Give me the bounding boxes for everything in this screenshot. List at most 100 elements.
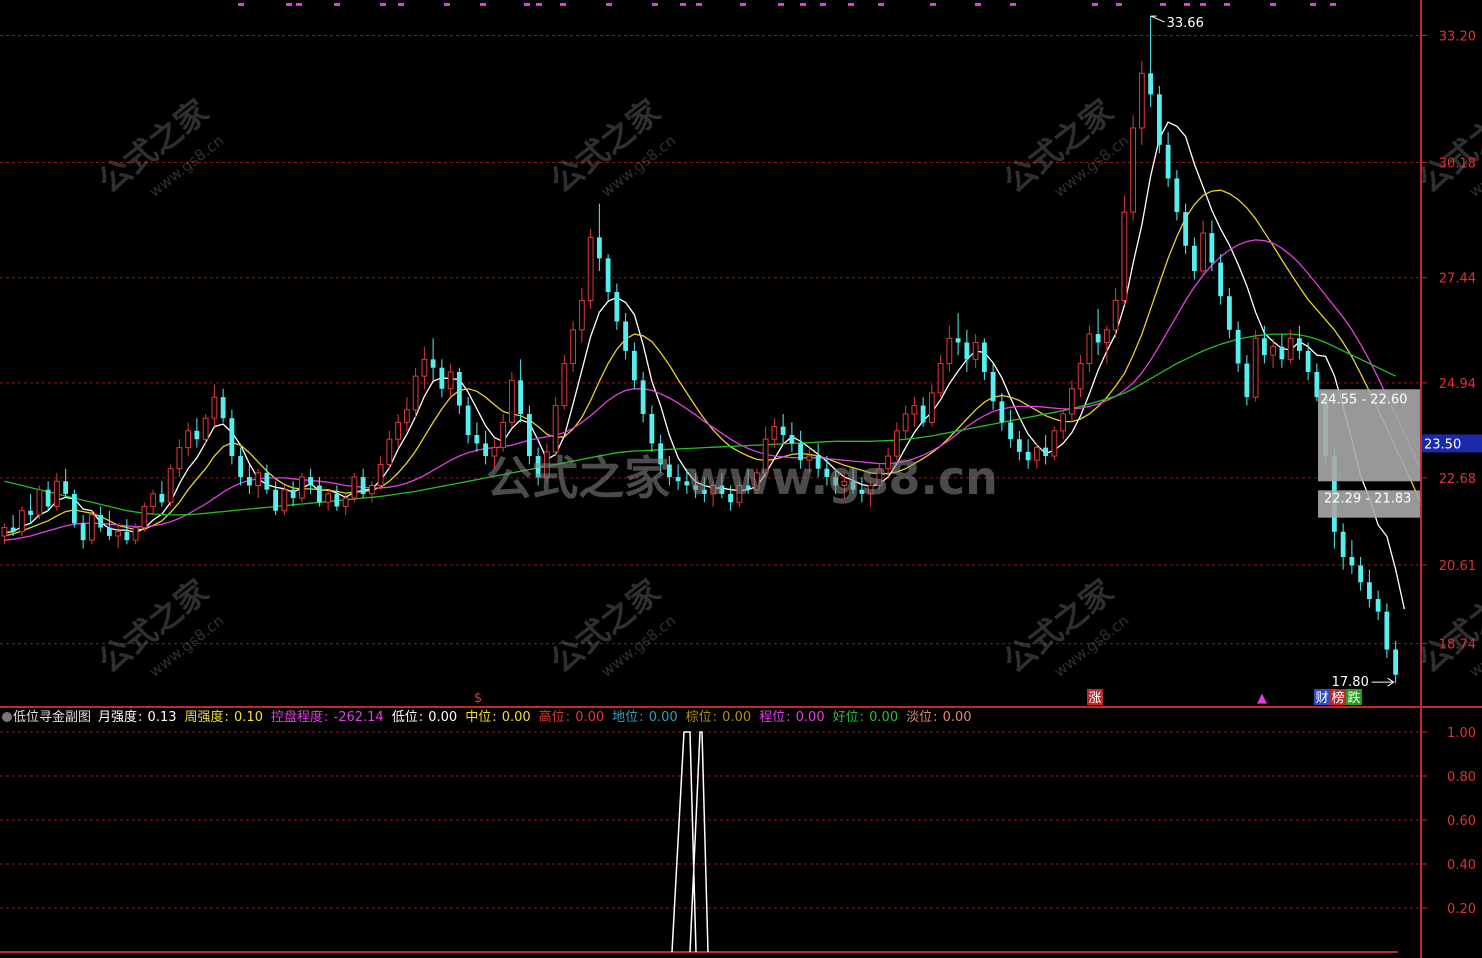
candlestick — [937, 355, 944, 398]
candlestick — [920, 397, 926, 427]
candlestick — [1235, 321, 1241, 372]
zone-upper-label: 24.55 - 22.60 — [1320, 392, 1407, 407]
top-signal-dot — [1200, 3, 1206, 6]
candle-body — [561, 363, 568, 407]
top-signal-dot — [536, 3, 542, 6]
candle-body — [202, 417, 209, 440]
candle-body — [316, 485, 322, 503]
candle-body — [911, 405, 918, 415]
candlestick — [167, 464, 174, 507]
candlestick — [1103, 325, 1110, 364]
main-grid — [0, 34, 1421, 645]
candle-body — [1, 527, 8, 537]
candlestick — [1060, 409, 1067, 440]
indicator-series — [671, 731, 709, 953]
candle-body — [789, 435, 795, 444]
indicator-value-item: 高位: 0.00 — [539, 710, 605, 725]
signal-marker-label: 涨 — [1088, 691, 1101, 706]
candle-body — [1218, 262, 1224, 297]
candlestick — [1051, 426, 1058, 461]
candle-body — [920, 405, 926, 423]
moving-average-lines — [4, 121, 1423, 610]
candle-body — [518, 380, 524, 414]
indicator-settings-icon[interactable] — [2, 712, 12, 722]
candle-body — [587, 236, 594, 301]
candle-body — [273, 489, 279, 511]
candle-body — [264, 472, 270, 490]
candle-body — [176, 447, 183, 470]
indicator-grid — [0, 731, 1421, 909]
candlestick — [578, 287, 585, 343]
indicator-value-colon: : — [324, 710, 333, 725]
candlesticks[interactable] — [1, 16, 1399, 684]
candle-body — [167, 468, 174, 503]
top-signal-dot — [975, 3, 981, 6]
candlestick — [1375, 590, 1381, 621]
candle-body — [500, 421, 507, 449]
stock-chart: 公式之家www.gs8.cn 公式之家www.gs8.cn 公式之家www.gs8.… — [0, 0, 1482, 958]
candle-body — [1349, 556, 1355, 566]
watermark-tile: 公式之家www.gs8.cn — [996, 92, 1132, 201]
candlestick — [1384, 603, 1390, 658]
candle-body — [115, 531, 122, 537]
candle-body — [552, 405, 559, 453]
candle-body — [771, 426, 778, 440]
indicator-value-label: 低位 — [391, 710, 418, 725]
candle-body — [412, 375, 419, 411]
high-pointer-icon — [1150, 15, 1165, 23]
candlestick — [1279, 334, 1285, 368]
indicator-tick-label: 0.40 — [1447, 858, 1476, 873]
candlestick — [1095, 308, 1101, 356]
candle-body — [1226, 296, 1232, 330]
candlestick — [176, 439, 183, 478]
candlestick — [1086, 325, 1093, 372]
current-price-tag[interactable]: 23.50 — [1422, 434, 1482, 453]
candle-body — [106, 527, 112, 536]
candlestick — [159, 481, 165, 507]
candle-body — [342, 497, 349, 508]
candle-body — [1033, 447, 1040, 461]
candle-body — [386, 438, 393, 465]
indicator-value-number: 0.00 — [428, 710, 458, 725]
candlestick — [185, 422, 192, 457]
candle-body — [955, 338, 961, 343]
indicator-value-colon: : — [859, 710, 869, 725]
candlestick — [518, 359, 524, 423]
candlestick — [465, 397, 471, 444]
candle-body — [255, 472, 262, 486]
candle-body — [10, 527, 16, 532]
candlestick — [614, 283, 620, 330]
candlestick — [18, 506, 25, 536]
candle-body — [1287, 337, 1294, 360]
indicator-tick-label: 0.60 — [1447, 814, 1476, 829]
candlestick — [981, 338, 987, 381]
candlestick — [71, 489, 77, 528]
price-tick-label: 18.74 — [1439, 638, 1476, 653]
candle-body — [421, 358, 428, 377]
top-signal-dot — [1092, 3, 1098, 6]
price-tick-label: 24.94 — [1439, 377, 1476, 392]
candle-body — [596, 237, 602, 259]
candlestick — [377, 456, 384, 490]
candle-body — [1366, 582, 1372, 600]
candlestick — [570, 321, 577, 372]
indicator-value-number: 0.13 — [147, 710, 177, 725]
candle-body — [578, 299, 585, 331]
candlestick — [1183, 203, 1189, 255]
signal-marker: $ — [474, 691, 482, 706]
candle-body — [194, 430, 200, 440]
indicator-name[interactable]: 低位寻金副图 — [13, 710, 91, 725]
top-signal-dot — [334, 3, 340, 6]
candle-body — [1103, 329, 1110, 343]
indicator-legend: 低位寻金副图 月强度: 0.13 周强度: 0.10 控盘程度: -262.14 低位:… — [0, 708, 1420, 728]
top-signal-dot — [1160, 3, 1166, 6]
candle-body — [430, 359, 436, 368]
candle-body — [334, 493, 340, 507]
indicator-axis-ticks: 1.00 0.80 0.60 0.40 0.20 — [1421, 726, 1476, 917]
candlestick — [972, 334, 979, 368]
price-tick-label: 30.18 — [1439, 156, 1476, 171]
candlestick — [911, 397, 918, 427]
indicator-value-colon: : — [565, 710, 575, 725]
candle-body — [132, 527, 139, 541]
watermark-tile: 公式之家www.gs8.cn — [996, 572, 1132, 681]
